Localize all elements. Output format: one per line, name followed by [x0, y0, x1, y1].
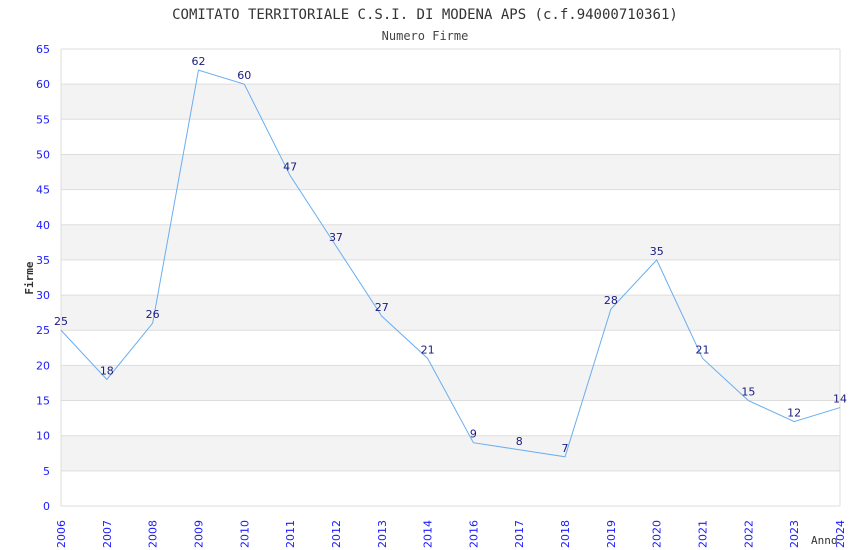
data-label: 8	[516, 435, 523, 448]
y-tick-label: 30	[36, 289, 50, 302]
x-tick-label: 2012	[330, 520, 343, 548]
x-tick-label: 2019	[605, 520, 618, 548]
data-label: 18	[100, 364, 114, 377]
data-label: 28	[604, 294, 618, 307]
data-label: 14	[833, 393, 847, 406]
data-label: 9	[470, 428, 477, 441]
chart-title: COMITATO TERRITORIALE C.S.I. DI MODENA A…	[172, 7, 678, 23]
x-tick-label: 2006	[55, 520, 68, 548]
data-label: 37	[329, 231, 343, 244]
y-tick-label: 60	[36, 78, 50, 91]
x-tick-label: 2009	[192, 520, 205, 548]
x-tick-label: 2007	[101, 520, 114, 548]
x-tick-label: 2018	[559, 520, 572, 548]
grid-band	[61, 295, 840, 331]
x-tick-label: 2022	[742, 520, 755, 548]
y-tick-label: 45	[36, 184, 50, 197]
data-label: 27	[375, 301, 389, 314]
y-tick-label: 25	[36, 324, 50, 337]
y-tick-label: 50	[36, 148, 50, 161]
data-label: 21	[421, 343, 435, 356]
data-label: 60	[237, 69, 251, 82]
y-tick-label: 55	[36, 113, 50, 126]
data-label: 15	[741, 386, 755, 399]
y-tick-label: 65	[36, 43, 50, 56]
line-chart: 0 5 10 15 20 25 30 35 40 45 50 55 60 65 2006 2007 2008 2…	[23, 7, 847, 548]
x-tick-label: 2008	[147, 520, 160, 548]
data-label: 7	[562, 442, 569, 455]
x-tick-label: 2013	[376, 520, 389, 548]
x-tick-label: 2017	[513, 520, 526, 548]
y-tick-label: 20	[36, 359, 50, 372]
y-tick-label: 15	[36, 395, 50, 408]
grid-band	[61, 224, 840, 260]
y-tick-label: 40	[36, 219, 50, 232]
x-tick-label: 2016	[467, 520, 480, 548]
y-axis-label: Firme	[23, 261, 36, 294]
y-tick-label: 5	[43, 465, 50, 478]
x-tick-label: 2011	[284, 520, 297, 548]
y-tick-label: 10	[36, 430, 50, 443]
y-tick-label: 0	[43, 500, 50, 513]
data-label: 25	[54, 315, 68, 328]
data-label: 21	[696, 343, 710, 356]
grid-band	[61, 365, 840, 401]
chart-subtitle: Numero Firme	[382, 29, 469, 43]
y-tick-label: 35	[36, 254, 50, 267]
x-tick-label: 2010	[238, 520, 251, 548]
data-label: 12	[787, 407, 801, 420]
x-axis-label: Anno	[811, 534, 838, 547]
x-tick-label: 2014	[422, 520, 435, 548]
data-label: 35	[650, 245, 664, 258]
grid-band	[61, 84, 840, 120]
data-label: 47	[283, 161, 297, 174]
x-tick-label: 2021	[697, 520, 710, 548]
x-tick-label: 2023	[788, 520, 801, 548]
data-label: 26	[146, 308, 160, 321]
grid-band	[61, 435, 840, 471]
data-label: 62	[191, 55, 205, 68]
x-tick-label: 2020	[651, 520, 664, 548]
